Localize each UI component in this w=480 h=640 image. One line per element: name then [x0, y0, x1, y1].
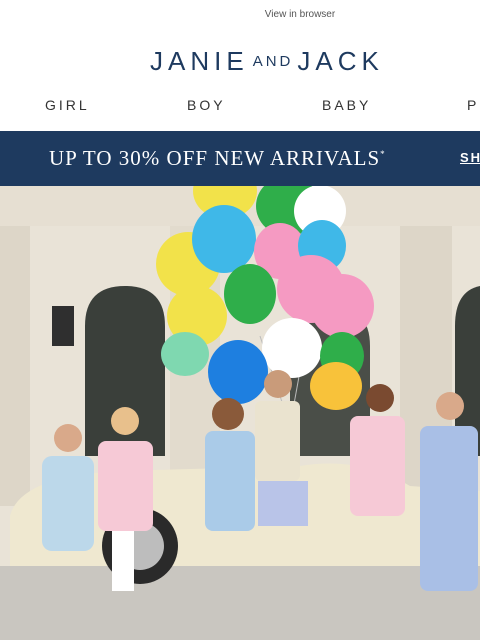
logo-word-and: AND	[252, 53, 294, 70]
category-nav: GIRL BOY BABY P	[0, 97, 480, 115]
hero-photo	[0, 186, 480, 640]
shop-now-link[interactable]: SH	[460, 150, 480, 165]
view-in-browser-text[interactable]: View in browser	[265, 9, 335, 20]
logo-word-right: JACK	[297, 46, 384, 76]
promo-asterisk: *	[380, 149, 386, 159]
view-in-browser-link[interactable]: View in browser	[0, 9, 480, 20]
hero-image[interactable]	[0, 186, 480, 640]
column	[0, 186, 30, 506]
brand-logo[interactable]: JANIE AND JACK	[150, 46, 384, 77]
nav-item-partial[interactable]: P	[467, 97, 479, 113]
pavement	[0, 566, 480, 640]
promo-banner[interactable]: UP TO 30% OFF NEW ARRIVALS* SH	[0, 131, 480, 186]
nav-item-boy[interactable]: BOY	[187, 97, 226, 113]
lantern	[52, 306, 74, 346]
promo-headline-text: UP TO 30% OFF NEW ARRIVALS	[49, 146, 381, 170]
nav-item-baby[interactable]: BABY	[322, 97, 371, 113]
nav-item-girl[interactable]: GIRL	[45, 97, 90, 113]
promo-headline: UP TO 30% OFF NEW ARRIVALS*	[49, 146, 386, 171]
logo-word-left: JANIE	[150, 46, 249, 76]
